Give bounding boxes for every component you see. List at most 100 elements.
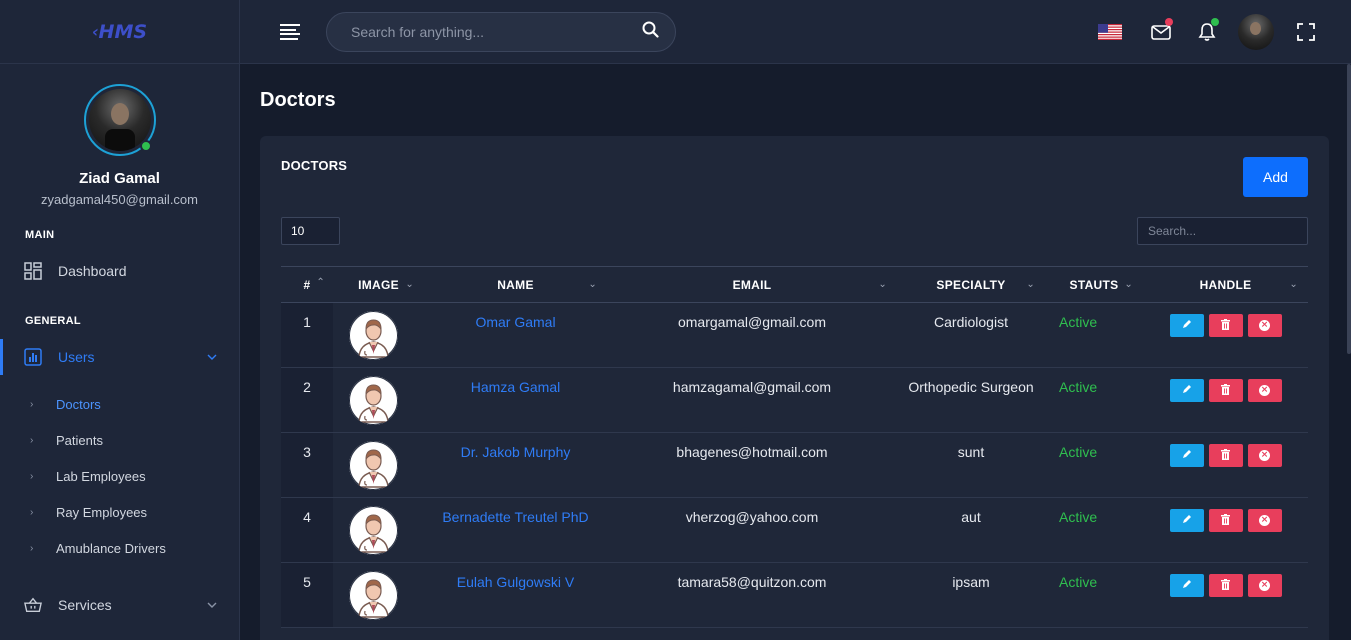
- column-header-specialty[interactable]: SPECIALTY ⌄: [897, 267, 1045, 303]
- delete-button[interactable]: [1208, 574, 1243, 597]
- header-label: SPECIALTY: [936, 277, 1006, 292]
- column-header-index[interactable]: # ⌃: [281, 267, 333, 303]
- sidebar-subitem-patients[interactable]: › Patients: [0, 426, 239, 454]
- row-image-cell: [333, 563, 424, 628]
- us-flag-icon[interactable]: [1096, 18, 1124, 46]
- column-header-handle[interactable]: HANDLE ⌄: [1143, 267, 1308, 303]
- app-logo[interactable]: ‹ HMS: [92, 21, 147, 43]
- close-button[interactable]: ×: [1247, 379, 1282, 402]
- row-image-cell: [333, 498, 424, 563]
- edit-button[interactable]: [1169, 379, 1204, 402]
- table-header-row: # ⌃ IMAGE ⌄ NAME ⌄ EMAIL ⌄ SPECIALTY ⌄ STAUTS…: [281, 266, 1308, 303]
- sort-down-icon: ⌄: [1289, 279, 1298, 290]
- close-button[interactable]: ×: [1247, 314, 1282, 337]
- edit-button[interactable]: [1169, 509, 1204, 532]
- menu-toggle-icon[interactable]: [280, 24, 300, 40]
- pencil-icon: [1182, 579, 1192, 592]
- sidebar-subitem-lab-employees[interactable]: › Lab Employees: [0, 462, 239, 490]
- chevron-right-icon: ›: [30, 506, 34, 518]
- close-button[interactable]: ×: [1247, 509, 1282, 532]
- row-name[interactable]: Hamza Gamal: [424, 368, 607, 433]
- row-handle-cell: ×: [1143, 563, 1308, 628]
- sort-up-icon: ⌃: [316, 277, 325, 288]
- row-name[interactable]: Dr. Jakob Murphy: [424, 433, 607, 498]
- row-status: Active: [1059, 314, 1098, 330]
- mail-icon[interactable]: [1147, 18, 1175, 46]
- row-index: 3: [281, 432, 333, 498]
- doctor-avatar-icon[interactable]: [349, 441, 398, 490]
- row-name[interactable]: Bernadette Treutel PhD: [424, 498, 607, 563]
- sidebar-item-services[interactable]: Services: [0, 587, 239, 623]
- profile-email: zyadgamal450@gmail.com: [41, 192, 198, 207]
- row-actions: ×: [1143, 444, 1308, 467]
- sort-down-icon: ⌄: [1026, 279, 1035, 290]
- logo-text: HMS: [98, 20, 148, 43]
- delete-button[interactable]: [1208, 379, 1243, 402]
- delete-button[interactable]: [1208, 444, 1243, 467]
- column-header-status[interactable]: STAUTS ⌄: [1045, 267, 1143, 303]
- sidebar-subitem-label: Doctors: [56, 396, 101, 412]
- row-image-cell: [333, 303, 424, 368]
- row-email: bhagenes@hotmail.com: [676, 444, 828, 460]
- edit-button[interactable]: [1169, 574, 1204, 597]
- doctor-avatar-icon[interactable]: [349, 376, 398, 425]
- doctors-table: # ⌃ IMAGE ⌄ NAME ⌄ EMAIL ⌄ SPECIALTY ⌄ STAUTS…: [281, 266, 1308, 628]
- sidebar-subitem-doctors[interactable]: › Doctors: [0, 390, 239, 418]
- edit-button[interactable]: [1169, 444, 1204, 467]
- user-profile: Ziad Gamal zyadgamal450@gmail.com: [0, 64, 239, 207]
- doctor-avatar-icon[interactable]: [349, 311, 398, 360]
- edit-button[interactable]: [1169, 314, 1204, 337]
- page-size-select[interactable]: 10: [281, 217, 340, 245]
- row-email: tamara58@quitzon.com: [677, 574, 827, 590]
- chevron-right-icon: ›: [30, 542, 34, 554]
- user-avatar[interactable]: [1238, 14, 1274, 50]
- search-icon[interactable]: [642, 21, 659, 43]
- chevron-right-icon: ›: [30, 398, 34, 410]
- row-image-cell: [333, 433, 424, 498]
- add-doctor-button[interactable]: Add: [1243, 157, 1308, 197]
- fullscreen-icon[interactable]: [1292, 18, 1320, 46]
- row-index: 2: [281, 367, 333, 433]
- row-actions: ×: [1143, 574, 1308, 597]
- row-name[interactable]: Omar Gamal: [424, 303, 607, 368]
- row-handle-cell: ×: [1143, 498, 1308, 563]
- sidebar-subitem-label: Amublance Drivers: [56, 540, 166, 556]
- table-row: 5 Eulah Gulgowski V tamara58@quitzon.com…: [281, 562, 1308, 628]
- header-label: EMAIL: [732, 277, 772, 292]
- table-row: 2 Hamza Gamal hamzagamal@gmail.com Ortho…: [281, 367, 1308, 433]
- table-search-input[interactable]: [1137, 217, 1308, 245]
- sidebar-item-dashboard[interactable]: Dashboard: [0, 253, 239, 289]
- row-name[interactable]: Eulah Gulgowski V: [424, 563, 607, 628]
- delete-button[interactable]: [1208, 314, 1243, 337]
- row-actions: ×: [1143, 509, 1308, 532]
- row-email: hamzagamal@gmail.com: [672, 379, 832, 395]
- row-specialty: sunt: [957, 444, 985, 460]
- sidebar-subitem-ambulance-drivers[interactable]: › Amublance Drivers: [0, 534, 239, 562]
- page-scrollbar[interactable]: [1347, 64, 1351, 354]
- trash-icon: [1221, 448, 1230, 463]
- row-handle-cell: ×: [1143, 433, 1308, 498]
- online-status-dot: [139, 140, 152, 152]
- card-title: DOCTORS: [281, 158, 348, 173]
- logo-bar: ‹ HMS: [0, 0, 239, 64]
- sidebar-item-users[interactable]: Users: [0, 339, 239, 375]
- column-header-image[interactable]: IMAGE ⌄: [333, 267, 424, 303]
- table-row: 4 Bernadette Treutel PhD vherzog@yahoo.c…: [281, 497, 1308, 563]
- profile-avatar[interactable]: [83, 84, 156, 156]
- row-index: 5: [281, 562, 333, 628]
- doctor-avatar-icon[interactable]: [349, 571, 398, 620]
- column-header-name[interactable]: NAME ⌄: [424, 267, 607, 303]
- row-specialty: ipsam: [952, 574, 990, 590]
- column-header-email[interactable]: EMAIL ⌄: [607, 267, 897, 303]
- delete-button[interactable]: [1208, 509, 1243, 532]
- global-search-input[interactable]: [351, 24, 642, 40]
- sidebar-subitem-ray-employees[interactable]: › Ray Employees: [0, 498, 239, 526]
- sort-down-icon: ⌄: [878, 279, 887, 290]
- section-label-general: GENERAL: [25, 315, 81, 327]
- chevron-right-icon: ›: [30, 434, 34, 446]
- sort-down-icon: ⌄: [1124, 279, 1133, 290]
- bell-icon[interactable]: [1193, 18, 1221, 46]
- close-button[interactable]: ×: [1247, 444, 1282, 467]
- close-button[interactable]: ×: [1247, 574, 1282, 597]
- doctor-avatar-icon[interactable]: [349, 506, 398, 555]
